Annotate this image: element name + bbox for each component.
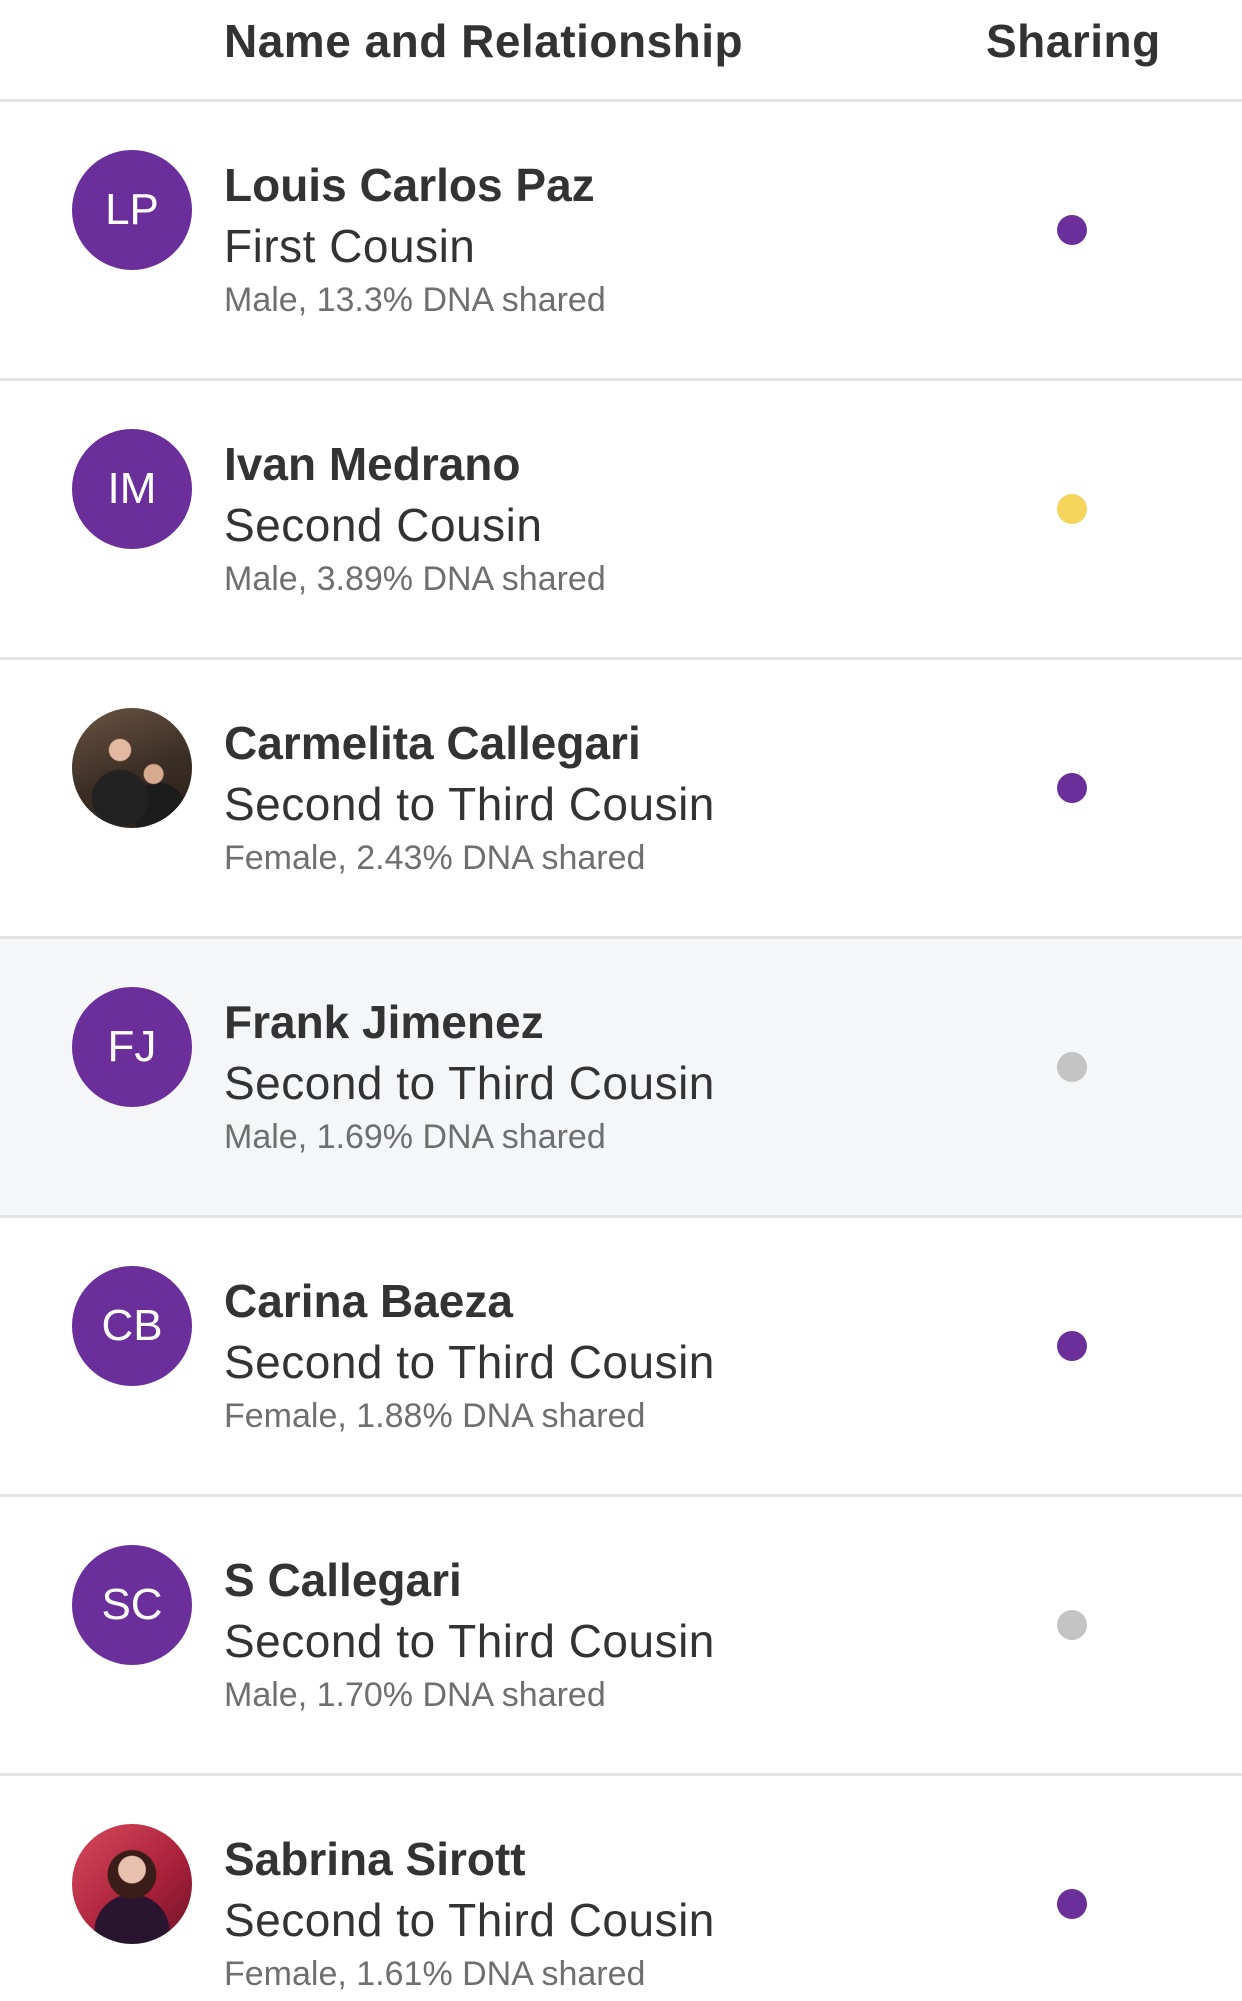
relative-row-s-callegari[interactable]: SC S Callegari Second to Third Cousin Ma… [0,1497,1242,1776]
relative-row-louis-carlos-paz[interactable]: LP Louis Carlos Paz First Cousin Male, 1… [0,102,1242,381]
relative-name: Louis Carlos Paz [224,159,595,211]
relationship-label: First Cousin [224,220,476,272]
relative-info: S Callegari Second to Third Cousin Male,… [224,1551,715,1717]
relative-row-carina-baeza[interactable]: CB Carina Baeza Second to Third Cousin F… [0,1218,1242,1497]
relationship-label: Second to Third Cousin [224,1057,715,1109]
sharing-status-dot [1057,215,1087,245]
relative-details: Female, 1.61% DNA shared [224,1955,646,1993]
relative-details: Male, 3.89% DNA shared [224,560,606,598]
avatar: FJ [72,987,192,1107]
relative-details: Male, 1.70% DNA shared [224,1676,606,1714]
relative-name: Carina Baeza [224,1275,513,1327]
relative-info: Ivan Medrano Second Cousin Male, 3.89% D… [224,435,606,601]
relative-name: Frank Jimenez [224,996,544,1048]
relative-details: Male, 13.3% DNA shared [224,281,606,319]
list-header: Name and Relationship Sharing [0,0,1242,102]
relative-details: Male, 1.69% DNA shared [224,1118,606,1156]
avatar: IM [72,429,192,549]
relative-row-sabrina-sirott[interactable]: Sabrina Sirott Second to Third Cousin Fe… [0,1776,1242,2001]
relative-row-ivan-medrano[interactable]: IM Ivan Medrano Second Cousin Male, 3.89… [0,381,1242,660]
sharing-status-dot [1057,773,1087,803]
avatar: CB [72,1266,192,1386]
avatar: LP [72,150,192,270]
relationship-label: Second Cousin [224,499,543,551]
relative-name: Carmelita Callegari [224,717,641,769]
relative-name: S Callegari [224,1554,462,1606]
sharing-status-dot [1057,1610,1087,1640]
sharing-column-header: Sharing [986,15,1161,67]
relative-details: Female, 2.43% DNA shared [224,839,646,877]
relationship-label: Second to Third Cousin [224,1894,715,1946]
sharing-status-dot [1057,1889,1087,1919]
sharing-status-dot [1057,1052,1087,1082]
relative-info: Carina Baeza Second to Third Cousin Fema… [224,1272,715,1438]
avatar: SC [72,1545,192,1665]
relationship-label: Second to Third Cousin [224,778,715,830]
relative-info: Carmelita Callegari Second to Third Cous… [224,714,715,880]
relationship-label: Second to Third Cousin [224,1336,715,1388]
relative-name: Sabrina Sirott [224,1833,526,1885]
avatar-photo [72,708,192,828]
name-relationship-column-header: Name and Relationship [224,15,744,67]
relative-details: Female, 1.88% DNA shared [224,1397,646,1435]
avatar-photo [72,1824,192,1944]
relative-info: Frank Jimenez Second to Third Cousin Mal… [224,993,715,1159]
relative-info: Louis Carlos Paz First Cousin Male, 13.3… [224,156,606,322]
relatives-list-screen: Name and Relationship Sharing LP Louis C… [0,0,1242,2001]
sharing-status-dot [1057,494,1087,524]
sharing-status-dot [1057,1331,1087,1361]
relationship-label: Second to Third Cousin [224,1615,715,1667]
relative-name: Ivan Medrano [224,438,521,490]
relative-info: Sabrina Sirott Second to Third Cousin Fe… [224,1830,715,1996]
relative-row-frank-jimenez[interactable]: FJ Frank Jimenez Second to Third Cousin … [0,939,1242,1218]
relative-row-carmelita-callegari[interactable]: Carmelita Callegari Second to Third Cous… [0,660,1242,939]
